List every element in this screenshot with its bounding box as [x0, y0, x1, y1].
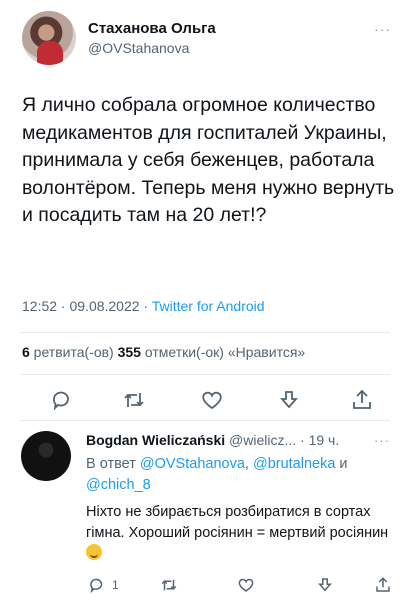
reply-prefix: В ответ	[86, 456, 140, 472]
tweet-actions	[0, 384, 410, 414]
upload-icon[interactable]	[350, 388, 374, 412]
reply-text: Ніхто не збирається розбиратися в сортах…	[86, 504, 389, 541]
mention-separator: и	[335, 456, 348, 472]
likes-label[interactable]: отметки(-ок) «Нравится»	[141, 344, 305, 360]
tweet-text: Я лично собрала огромное количество меди…	[22, 94, 395, 226]
share-icon[interactable]	[316, 576, 334, 594]
mention-link[interactable]: @chich_8	[86, 477, 151, 493]
author-name[interactable]: Стаханова Ольга	[88, 20, 216, 37]
reply-body: Ніхто не збирається розбиратися в сортах…	[86, 502, 391, 565]
avatar[interactable]	[22, 11, 76, 65]
reply-icon[interactable]	[50, 388, 74, 412]
retweets-label[interactable]: ретвита(-ов)	[30, 344, 118, 360]
avatar[interactable]	[21, 431, 71, 481]
likes-count[interactable]: 355	[118, 344, 141, 360]
divider	[20, 374, 390, 375]
reply-actions: 1	[0, 573, 410, 597]
tweet-stats: 6 ретвита(-ов) 355 отметки(-ок) «Нравитс…	[22, 344, 305, 360]
more-options-icon[interactable]: ···	[374, 21, 391, 37]
more-options-icon[interactable]: ···	[374, 433, 390, 448]
like-icon[interactable]	[237, 576, 255, 594]
retweet-icon[interactable]	[160, 576, 178, 594]
source-link[interactable]: Twitter for Android	[152, 298, 265, 314]
author-name[interactable]: Bogdan Wieliczański	[86, 432, 225, 448]
divider	[20, 420, 390, 421]
share-icon[interactable]	[277, 388, 301, 412]
grinning-sweat-emoji	[86, 544, 102, 560]
retweets-count[interactable]: 6	[22, 344, 30, 360]
mention-link[interactable]: @OVStahanova	[140, 456, 245, 472]
author-handle[interactable]: @wielicz... · 19 ч.	[225, 432, 339, 448]
retweet-icon[interactable]	[122, 388, 146, 412]
upload-icon[interactable]	[374, 576, 392, 594]
author-handle[interactable]: @OVStahanova	[88, 40, 189, 56]
mention-link[interactable]: @brutalneka	[253, 456, 335, 472]
reply-count: 1	[112, 578, 119, 592]
reply-header: Bogdan Wieliczański @wielicz... · 19 ч.	[86, 432, 339, 448]
like-icon[interactable]	[200, 388, 224, 412]
divider	[20, 332, 390, 333]
mention-separator: ,	[244, 456, 253, 472]
reply-icon[interactable]	[88, 576, 106, 594]
replying-to: В ответ @OVStahanova, @brutalneka и @chi…	[86, 454, 396, 496]
timestamp: 12:52 · 09.08.2022 ·	[22, 298, 152, 314]
tweet-meta: 12:52 · 09.08.2022 · Twitter for Android	[22, 298, 265, 314]
